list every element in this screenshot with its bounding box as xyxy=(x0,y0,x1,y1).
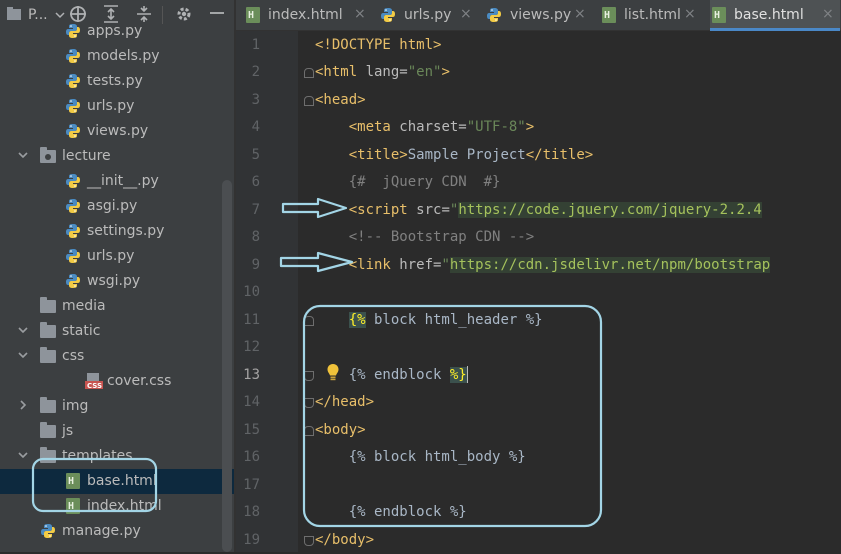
annotation-arrow-link xyxy=(279,251,354,273)
annotation-overlay xyxy=(31,197,603,528)
annotation-arrow-script xyxy=(281,197,348,219)
annotation-box-blocks xyxy=(302,304,603,528)
annotation-box-templates xyxy=(31,457,158,513)
